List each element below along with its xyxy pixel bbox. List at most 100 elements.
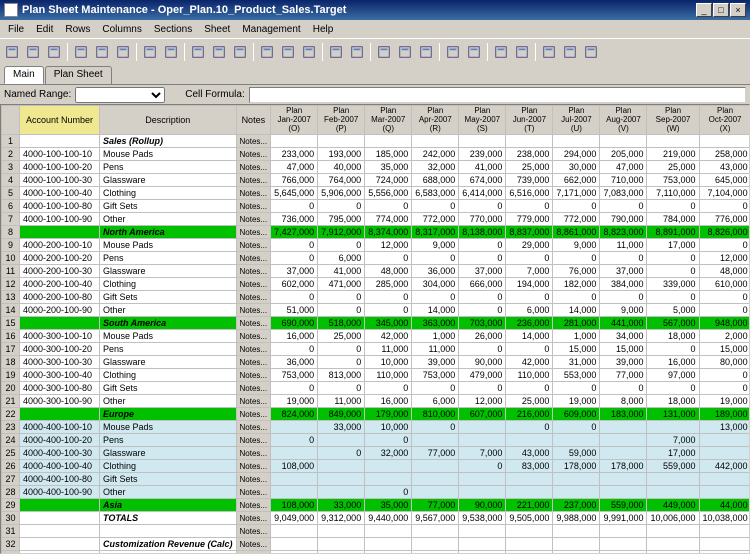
cell-value[interactable]: 0 xyxy=(365,434,412,447)
row-number[interactable]: 25 xyxy=(2,447,20,460)
notes-button[interactable]: Notes... xyxy=(236,278,271,291)
sort-desc-button[interactable] xyxy=(347,42,367,62)
notes-button[interactable]: Notes... xyxy=(236,382,271,395)
cell-value[interactable]: 559,000 xyxy=(600,499,647,512)
redo-button[interactable] xyxy=(161,42,181,62)
cell-value[interactable]: 0 xyxy=(412,421,459,434)
row-number[interactable]: 22 xyxy=(2,408,20,421)
notes-button[interactable]: Notes... xyxy=(236,187,271,200)
cell-value[interactable] xyxy=(459,434,506,447)
cell-value[interactable] xyxy=(318,434,365,447)
cell-value[interactable]: 0 xyxy=(553,382,600,395)
cell-value[interactable]: 238,000 xyxy=(506,148,553,161)
cell-value[interactable] xyxy=(553,473,600,486)
cell-description[interactable]: Clothing xyxy=(100,187,237,200)
cell-value[interactable]: 6,583,000 xyxy=(412,187,459,200)
cell-value[interactable]: 0 xyxy=(647,265,699,278)
header-account[interactable]: Account Number xyxy=(20,106,100,135)
cell-value[interactable]: 43,000 xyxy=(506,447,553,460)
cell-value[interactable]: 18,000 xyxy=(647,395,699,408)
cell-value[interactable] xyxy=(553,486,600,499)
cell-value[interactable]: 14,000 xyxy=(506,330,553,343)
cell-value[interactable]: 7,427,000 xyxy=(271,226,318,239)
cell-value[interactable]: 0 xyxy=(699,200,750,213)
cell-value[interactable]: 10,000 xyxy=(365,356,412,369)
cell-value[interactable]: 35,000 xyxy=(365,161,412,174)
cell-value[interactable]: 304,000 xyxy=(412,278,459,291)
cell-value[interactable] xyxy=(412,434,459,447)
cell-value[interactable] xyxy=(647,421,699,434)
cell-value[interactable]: 0 xyxy=(600,200,647,213)
cell-value[interactable]: 0 xyxy=(647,252,699,265)
cell-value[interactable] xyxy=(412,473,459,486)
cell-value[interactable]: 0 xyxy=(506,200,553,213)
cell-value[interactable]: 0 xyxy=(459,239,506,252)
close-button[interactable]: × xyxy=(730,3,746,17)
cell-value[interactable]: 16,000 xyxy=(647,356,699,369)
cell-value[interactable] xyxy=(600,525,647,538)
header-month-9[interactable]: PlanOct-2007(X) xyxy=(699,106,750,135)
menu-help[interactable]: Help xyxy=(307,23,340,36)
cell-value[interactable]: 790,000 xyxy=(600,213,647,226)
cell-value[interactable]: 44,000 xyxy=(699,499,750,512)
cell-description[interactable]: Gift Sets xyxy=(100,473,237,486)
cell-value[interactable] xyxy=(647,473,699,486)
cell-value[interactable] xyxy=(365,473,412,486)
open-button[interactable] xyxy=(23,42,43,62)
cell-value[interactable] xyxy=(459,135,506,148)
cell-value[interactable]: 131,000 xyxy=(647,408,699,421)
cell-value[interactable]: 34,000 xyxy=(600,330,647,343)
header-month-7[interactable]: PlanAug-2007(V) xyxy=(600,106,647,135)
cell-value[interactable]: 17,000 xyxy=(647,447,699,460)
cell-description[interactable]: Sales (Rollup) xyxy=(100,135,237,148)
cell-value[interactable]: 0 xyxy=(318,343,365,356)
cell-value[interactable] xyxy=(647,525,699,538)
cell-value[interactable]: 9,000 xyxy=(412,239,459,252)
cell-value[interactable]: 666,000 xyxy=(459,278,506,291)
cell-value[interactable]: 0 xyxy=(271,434,318,447)
cell-value[interactable]: 7,000 xyxy=(647,434,699,447)
cell-value[interactable]: 7,083,000 xyxy=(600,187,647,200)
header-month-2[interactable]: PlanMar-2007(Q) xyxy=(365,106,412,135)
notes-button[interactable]: Notes... xyxy=(236,213,271,226)
cell-value[interactable]: 0 xyxy=(647,200,699,213)
cell-value[interactable]: 32,000 xyxy=(365,447,412,460)
notes-button[interactable]: Notes... xyxy=(236,239,271,252)
cell-value[interactable]: 0 xyxy=(271,382,318,395)
notes-button[interactable]: Notes... xyxy=(236,486,271,499)
cell-value[interactable]: 776,000 xyxy=(699,213,750,226)
cell-value[interactable]: 16,000 xyxy=(365,395,412,408)
cell-value[interactable]: 43,000 xyxy=(699,161,750,174)
cell-value[interactable]: 294,000 xyxy=(553,148,600,161)
cell-value[interactable]: 15,000 xyxy=(553,343,600,356)
cell-value[interactable]: 0 xyxy=(318,200,365,213)
cell-value[interactable]: 0 xyxy=(318,291,365,304)
cell-account[interactable]: 4000-200-100-40 xyxy=(20,278,100,291)
sort-asc-button[interactable] xyxy=(326,42,346,62)
cell-account[interactable]: 4000-300-100-90 xyxy=(20,395,100,408)
copy-button[interactable] xyxy=(92,42,112,62)
chart-button[interactable] xyxy=(416,42,436,62)
cell-value[interactable]: 48,000 xyxy=(365,265,412,278)
cell-value[interactable]: 0 xyxy=(412,252,459,265)
row-number[interactable]: 3 xyxy=(2,161,20,174)
new-button[interactable] xyxy=(2,42,22,62)
cell-value[interactable]: 703,000 xyxy=(459,317,506,330)
cell-value[interactable] xyxy=(271,447,318,460)
cell-value[interactable]: 10,038,000 xyxy=(699,512,750,525)
cell-value[interactable]: 242,000 xyxy=(412,148,459,161)
cell-value[interactable]: 193,000 xyxy=(318,148,365,161)
cell-value[interactable]: 9,049,000 xyxy=(271,512,318,525)
cell-description[interactable]: Mouse Pads xyxy=(100,330,237,343)
notes-button[interactable]: Notes... xyxy=(236,135,271,148)
cell-value[interactable]: 6,000 xyxy=(412,395,459,408)
cell-value[interactable]: 183,000 xyxy=(600,408,647,421)
row-number[interactable]: 11 xyxy=(2,265,20,278)
menu-rows[interactable]: Rows xyxy=(59,23,96,36)
cell-value[interactable]: 0 xyxy=(459,343,506,356)
cell-value[interactable]: 83,000 xyxy=(506,460,553,473)
center-button[interactable] xyxy=(278,42,298,62)
cell-value[interactable]: 39,000 xyxy=(600,356,647,369)
cell-value[interactable]: 0 xyxy=(600,291,647,304)
cell-account[interactable]: 4000-200-100-20 xyxy=(20,252,100,265)
